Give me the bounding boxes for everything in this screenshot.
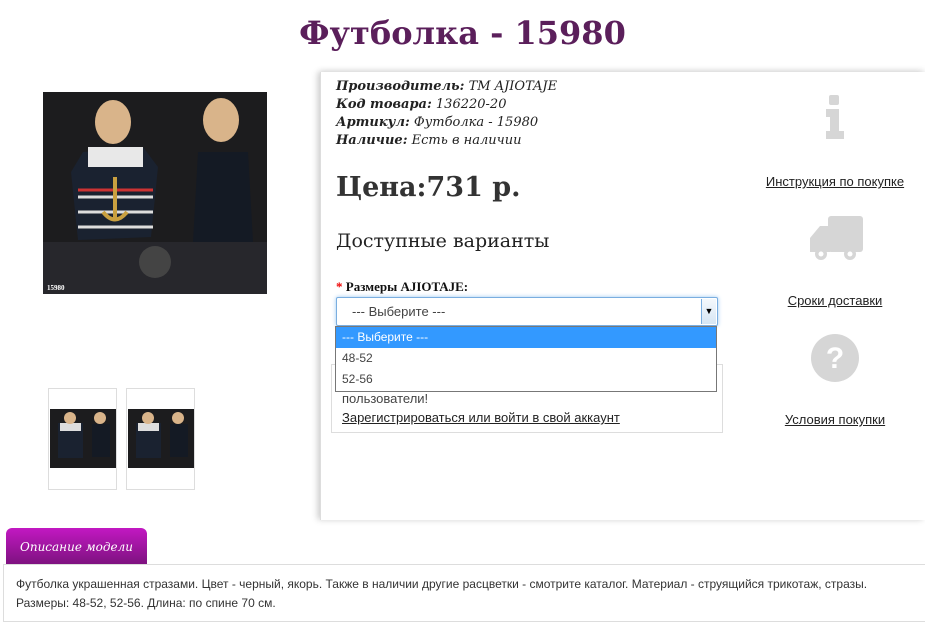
code-label: Код товара: <box>336 97 432 112</box>
description-line: Размеры: 48-52, 52-56. Длина: по спине 7… <box>16 596 276 610</box>
chevron-down-icon[interactable]: ▼ <box>701 299 716 324</box>
availability-value: Есть в наличии <box>411 133 522 148</box>
purchase-instructions-link[interactable]: Инструкция по покупке <box>755 174 915 189</box>
code-value: 136220-20 <box>435 97 507 112</box>
delivery-terms-link[interactable]: Сроки доставки <box>755 293 915 308</box>
product-photo: 15980 <box>43 98 267 294</box>
thumbnail-2[interactable] <box>126 388 195 490</box>
svg-text:?: ? <box>826 342 844 375</box>
purchase-conditions-link[interactable]: Условия покупки <box>755 412 915 427</box>
variants-heading: Доступные варианты <box>336 230 550 252</box>
required-mark: * <box>336 279 343 294</box>
size-select[interactable]: --- Выберите --- ▼ <box>336 297 718 326</box>
size-option[interactable]: 48-52 <box>336 348 716 369</box>
tab-model-description[interactable]: Описание модели <box>6 528 147 564</box>
size-label-text: Размеры AJIOTAJE: <box>345 279 469 294</box>
size-select-value: --- Выберите --- <box>352 304 446 319</box>
manufacturer-value: ТМ AJIOTAJE <box>468 79 558 94</box>
article-label: Артикул: <box>336 115 410 130</box>
truck-icon <box>810 216 863 260</box>
article-value: Футболка - 15980 <box>413 115 539 130</box>
price: Цена:731 р. <box>336 172 521 203</box>
description-line: Футболка украшенная стразами. Цвет - чер… <box>16 577 868 591</box>
size-dropdown-list: --- Выберите --- 48-52 52-56 <box>335 326 717 392</box>
page-title: Футболка - 15980 <box>299 14 626 52</box>
availability-label: Наличие: <box>336 133 408 148</box>
size-option[interactable]: 52-56 <box>336 369 716 390</box>
register-link[interactable]: Зарегистрироваться или войти в свой акка… <box>342 410 620 425</box>
thumbnail-1[interactable] <box>48 388 117 490</box>
manufacturer-label: Производитель: <box>336 79 465 94</box>
register-text: пользователи! <box>342 391 429 406</box>
size-label: * Размеры AJIOTAJE: <box>336 279 468 295</box>
description-content: Футболка украшенная стразами. Цвет - чер… <box>3 564 925 622</box>
question-icon: ? <box>811 334 859 382</box>
image-code: 15980 <box>47 284 65 292</box>
info-icon <box>826 95 844 139</box>
product-info: Производитель: ТМ AJIOTAJE Код товара: 1… <box>336 78 557 150</box>
size-option[interactable]: --- Выберите --- <box>336 327 716 348</box>
product-main-image[interactable]: 15980 <box>43 92 267 294</box>
